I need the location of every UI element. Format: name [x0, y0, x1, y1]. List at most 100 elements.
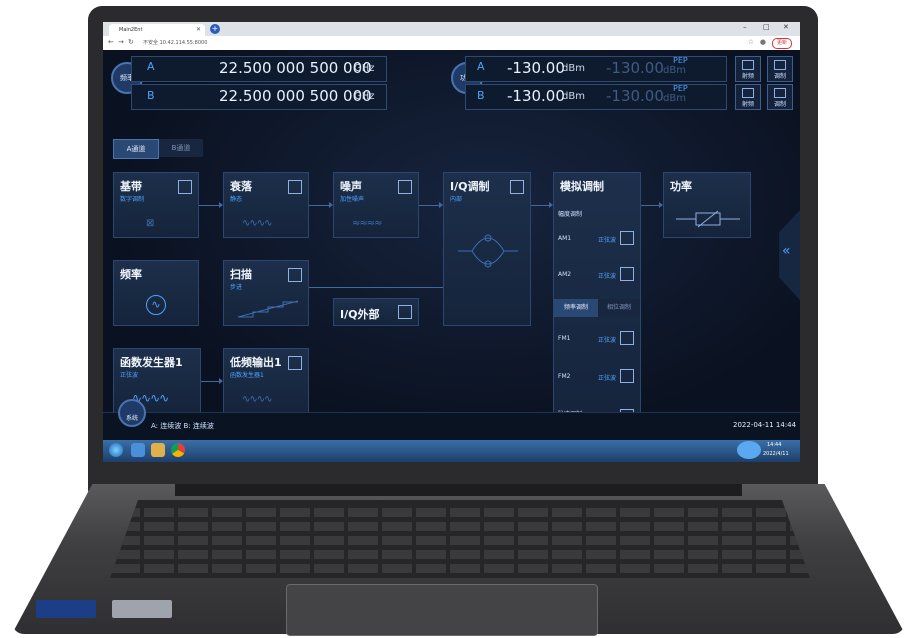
attenuator-icon [676, 210, 740, 228]
noise-block[interactable]: 噪声 加性噪声 ≈≈≈≈ [333, 172, 419, 238]
enable-checkbox[interactable] [398, 305, 412, 319]
iq-mixer-icon [458, 234, 518, 268]
block-title: I/Q调制 [450, 180, 490, 193]
key-row [110, 564, 810, 573]
key-row [110, 536, 810, 545]
freq-a-value[interactable]: 22.500 000 500 000 [219, 59, 372, 77]
fading-block[interactable]: 衰落 静态 ∿∿∿∿ [223, 172, 309, 238]
fm1-checkbox[interactable] [620, 331, 634, 345]
browser-tab[interactable]: Main2Ent ✕ [109, 24, 205, 36]
enable-checkbox[interactable] [398, 180, 412, 194]
system-button[interactable]: 系统 [118, 399, 146, 427]
enable-checkbox[interactable] [510, 180, 524, 194]
tab-channel-a[interactable]: A通道 [113, 139, 159, 159]
tab-freq-mod[interactable]: 频率调制 [554, 299, 598, 317]
rf-b-button[interactable]: 射频 [735, 84, 761, 110]
noise-wave-icon: ≈≈≈≈ [352, 218, 382, 229]
block-subtitle: 加性噪声 [340, 196, 365, 203]
analog-mod-block[interactable]: 模拟调制 幅度调制 AM1 正弦波 AM2 正弦波 频率调制 相位调制 FM1 … [553, 172, 641, 434]
freq-b-value[interactable]: 22.500 000 500 000 [219, 87, 372, 105]
block-subtitle: 正弦波 [120, 372, 139, 379]
am2-checkbox[interactable] [620, 267, 634, 281]
app-float-icon[interactable] [737, 441, 761, 459]
sweep-block[interactable]: 扫描 步进 [223, 260, 309, 326]
fm2-wave: 正弦波 [598, 375, 617, 382]
signal-generator-app: 频率 A B 22.500 000 500 000 22.500 000 500… [103, 50, 800, 440]
block-subtitle: 步进 [230, 284, 243, 291]
frequency-block[interactable]: 频率 ∿ [113, 260, 199, 326]
fm1-wave: 正弦波 [598, 337, 617, 344]
tab-channel-b[interactable]: B通道 [159, 139, 203, 157]
pep-a-value: -130.00 [606, 59, 664, 77]
freq-a-label: A [147, 60, 155, 73]
url-field[interactable]: 不安全 10.42.114.55:8000 [143, 38, 207, 48]
fm2-checkbox[interactable] [620, 369, 634, 383]
freq-b-label: B [147, 89, 155, 102]
fm1-label: FM1 [558, 335, 571, 342]
am1-checkbox[interactable] [620, 231, 634, 245]
key-row [110, 522, 810, 531]
collapse-chevron-icon[interactable]: « [782, 243, 791, 259]
power-a-label: A [477, 60, 485, 73]
iq-mod-block[interactable]: I/Q调制 内部 [443, 172, 531, 326]
power-block[interactable]: 功率 [663, 172, 751, 238]
enable-checkbox[interactable] [288, 180, 302, 194]
mod-b-label: 调制 [773, 101, 786, 108]
sweep-status: A: 连续波 B: 连续波 [151, 422, 214, 430]
rf-a-label: 射频 [741, 73, 754, 80]
connector [309, 205, 329, 206]
reload-icon[interactable]: ↻ [128, 38, 134, 46]
maximize-icon[interactable]: □ [763, 23, 770, 31]
enable-checkbox[interactable] [288, 268, 302, 282]
pep-a-label: PEP [673, 56, 688, 65]
power-b-label: B [477, 89, 485, 102]
folder-icon[interactable] [151, 443, 165, 457]
connector [199, 205, 219, 206]
connector [309, 287, 443, 288]
rf-b-label: 射频 [741, 101, 754, 108]
mod-b-button[interactable]: 调制 [767, 84, 793, 110]
minimize-icon[interactable]: – [743, 23, 747, 31]
baseband-block[interactable]: 基带 数字调制 ⊠ [113, 172, 199, 238]
new-tab-icon[interactable]: + [210, 24, 220, 34]
bookmark-star-icon[interactable]: ☆ [748, 38, 754, 46]
status-datetime: 2022-04-11 14:44 [733, 421, 797, 429]
block-title: I/Q外部 [340, 308, 380, 321]
block-title: 函数发生器1 [120, 356, 183, 369]
enable-checkbox[interactable] [288, 356, 302, 370]
window-close-icon[interactable]: ✕ [783, 23, 789, 31]
arrow-icon [219, 202, 223, 208]
address-bar: ← → ↻ 不安全 10.42.114.55:8000 ☆ ● 更新 [103, 36, 800, 51]
profile-icon[interactable]: ● [760, 38, 766, 46]
lf-output-block[interactable]: 低频输出1 函数发生器1 ∿∿∿∿ [223, 348, 309, 414]
touchpad [286, 584, 598, 636]
am1-wave: 正弦波 [598, 237, 617, 244]
block-title: 扫描 [230, 268, 252, 281]
pep-a-unit: dBm [663, 65, 686, 76]
power-b-value[interactable]: -130.00 [507, 87, 565, 105]
enable-checkbox[interactable] [178, 180, 192, 194]
block-title: 衰落 [230, 180, 252, 193]
tab-phase-mod[interactable]: 相位调制 [598, 299, 640, 317]
key-row [110, 508, 810, 517]
block-subtitle: 数字调制 [120, 196, 145, 203]
pep-b-unit: dBm [663, 93, 686, 104]
close-icon[interactable]: ✕ [196, 24, 201, 36]
iq-external-block[interactable]: I/Q外部 [333, 298, 419, 326]
power-a-value[interactable]: -130.00 [507, 59, 565, 77]
block-title: 模拟调制 [560, 180, 604, 193]
connector [531, 205, 549, 206]
sine-wave-icon: ∿∿∿∿ [242, 394, 272, 405]
block-subtitle: 内部 [450, 196, 463, 203]
ie-icon[interactable] [131, 443, 145, 457]
sweep-ramp-icon [238, 300, 298, 318]
start-icon[interactable] [109, 443, 123, 457]
screen: Main2Ent ✕ + – □ ✕ ← → ↻ 不安全 10.42.114.5… [103, 22, 800, 462]
mod-a-button[interactable]: 调制 [767, 56, 793, 82]
chrome-icon[interactable] [171, 443, 185, 457]
forward-icon[interactable]: → [118, 38, 124, 46]
rf-a-button[interactable]: 射频 [735, 56, 761, 82]
update-button[interactable]: 更新 [771, 38, 792, 49]
back-icon[interactable]: ← [108, 38, 114, 46]
system-label: 系统 [125, 415, 138, 422]
